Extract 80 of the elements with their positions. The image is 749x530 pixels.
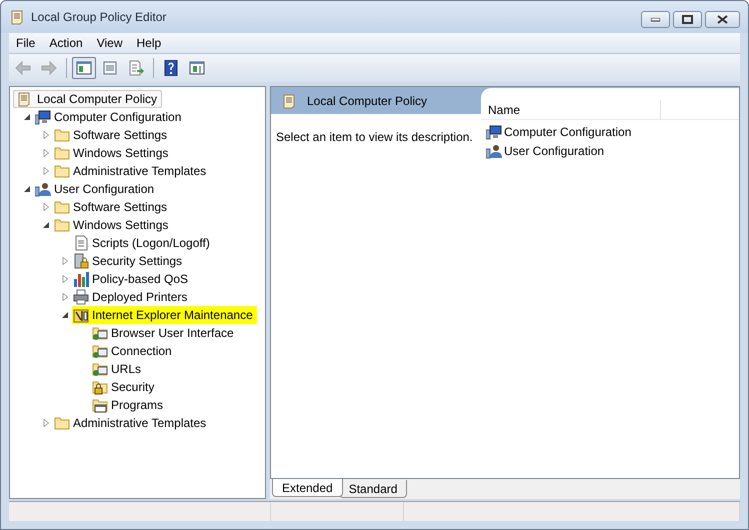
minimize-button[interactable] (641, 11, 670, 28)
tree-item[interactable]: Windows Settings (53, 216, 172, 234)
folder-icon (54, 163, 70, 179)
tree-item[interactable]: Software Settings (53, 126, 172, 144)
forward-arrow-icon (41, 60, 57, 76)
panel-title: Local Computer Policy (307, 93, 428, 110)
tree-item[interactable]: Deployed Printers (72, 288, 192, 306)
tree-item[interactable]: User Configuration (34, 180, 158, 198)
maximize-icon (682, 15, 693, 24)
menu-item[interactable]: File (9, 32, 42, 54)
minimize-icon (651, 18, 660, 22)
program-folder-icon (92, 397, 108, 413)
export-list-icon (128, 60, 144, 76)
description-text: Select an item to view its description. (275, 129, 474, 146)
folder-icon (54, 217, 70, 233)
column-header[interactable]: Name (481, 100, 661, 120)
web-folder-icon (92, 325, 108, 341)
back-arrow-icon (15, 60, 31, 76)
tree-item[interactable]: Internet Explorer Maintenance (72, 306, 257, 324)
collapsed-arrow-icon[interactable] (42, 419, 50, 427)
help-icon (163, 60, 179, 76)
folder-icon (54, 199, 70, 215)
collapsed-arrow-icon[interactable] (42, 167, 50, 175)
panel-icon (189, 60, 205, 76)
maximize-button[interactable] (673, 11, 702, 28)
scroll-icon (9, 9, 25, 25)
printer-icon (73, 289, 89, 305)
collapsed-arrow-icon[interactable] (42, 203, 50, 211)
tab[interactable]: Extended (272, 479, 343, 497)
expanded-arrow-icon[interactable] (23, 185, 31, 193)
tree-item[interactable]: Security (91, 378, 158, 396)
folder-icon (54, 415, 70, 431)
tree-item[interactable]: Connection (91, 342, 176, 360)
document-icon (73, 235, 89, 251)
tree-item[interactable]: Scripts (Logon/Logoff) (72, 234, 214, 252)
expanded-arrow-icon[interactable] (42, 221, 50, 229)
scroll-icon (16, 91, 32, 107)
bar-chart-icon (73, 271, 89, 287)
web-folder-icon (92, 361, 108, 377)
user-icon (486, 142, 502, 158)
computer-icon (486, 124, 502, 140)
toolbar-button[interactable] (72, 57, 96, 79)
folder-icon (54, 145, 70, 161)
tree-item[interactable]: Programs (91, 396, 168, 414)
collapsed-arrow-icon[interactable] (42, 131, 50, 139)
collapsed-arrow-icon[interactable] (42, 149, 50, 157)
collapsed-arrow-icon[interactable] (61, 257, 69, 265)
tree-item[interactable]: Software Settings (53, 198, 172, 216)
lock-folder-icon (92, 379, 108, 395)
properties-icon (102, 60, 118, 76)
collapsed-arrow-icon[interactable] (61, 293, 69, 301)
expanded-arrow-icon[interactable] (23, 113, 31, 121)
expanded-arrow-icon[interactable] (61, 311, 69, 319)
tree-item[interactable]: Computer Configuration (34, 108, 186, 126)
tab[interactable]: Standard (338, 480, 408, 498)
tree-item[interactable]: Local Computer Policy (13, 90, 162, 108)
computer-icon (35, 109, 51, 125)
menu-item[interactable]: Help (130, 32, 168, 54)
list-item[interactable]: User Configuration (481, 141, 606, 160)
list-item[interactable]: Computer Configuration (481, 122, 634, 141)
menu-item[interactable]: View (90, 32, 130, 54)
tree-item[interactable]: Administrative Templates (53, 162, 210, 180)
menu-item[interactable]: Action (42, 32, 90, 54)
tree-item[interactable]: Security Settings (72, 252, 186, 270)
user-icon (35, 181, 51, 197)
tree-item[interactable]: Browser User Interface (91, 324, 238, 342)
tree-item[interactable]: Administrative Templates (53, 414, 210, 432)
collapsed-arrow-icon[interactable] (61, 275, 69, 283)
tree-item[interactable]: Windows Settings (53, 144, 172, 162)
folder-icon (54, 127, 70, 143)
tree-item[interactable]: Policy-based QoS (72, 270, 192, 288)
tools-icon (73, 307, 89, 323)
tree-item[interactable]: URLs (91, 360, 146, 378)
web-folder-icon (92, 343, 108, 359)
close-button[interactable] (705, 11, 740, 28)
scroll-icon (281, 93, 297, 109)
close-icon (717, 15, 728, 24)
lock-icon (73, 253, 89, 269)
window-title: Local Group Policy Editor (31, 9, 166, 26)
panel-icon (76, 60, 92, 76)
